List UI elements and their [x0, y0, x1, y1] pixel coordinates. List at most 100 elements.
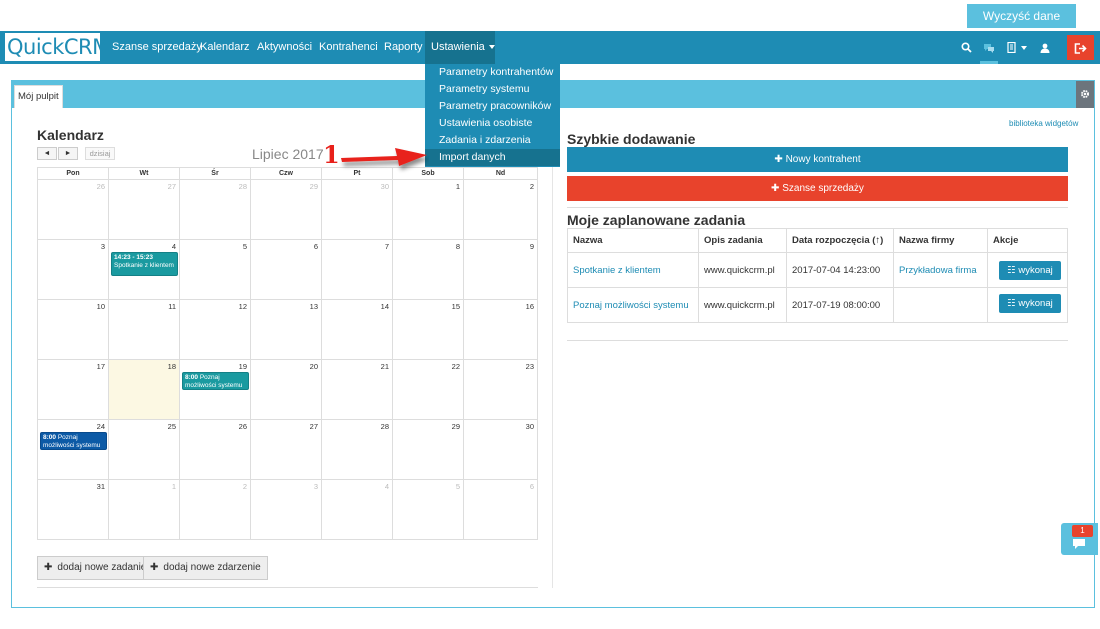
gear-icon[interactable]	[1076, 81, 1094, 108]
calendar-today-button[interactable]: dzisiaj	[85, 147, 115, 160]
calendar-day-cell[interactable]: 13	[251, 300, 322, 360]
calendar-day-cell[interactable]: 10	[38, 300, 109, 360]
calendar-day-cell[interactable]: 26	[38, 180, 109, 240]
calendar-day-cell[interactable]: 17	[38, 360, 109, 420]
add-event-button[interactable]: ✚ dodaj nowe zdarzenie	[143, 556, 268, 580]
column-divider	[552, 140, 553, 588]
add-task-button[interactable]: ✚ dodaj nowe zadanie	[37, 556, 154, 580]
search-icon[interactable]	[958, 31, 974, 64]
calendar-day-cell[interactable]: 30	[322, 180, 393, 240]
calendar-day-cell[interactable]: 2	[464, 180, 537, 240]
calendar-day-cell[interactable]: 20	[251, 360, 322, 420]
complete-task-button[interactable]: ☷ wykonaj	[999, 261, 1061, 280]
column-header-company[interactable]: Nazwa firmy	[894, 229, 988, 253]
menu-item-tasks-events[interactable]: Zadania i zdarzenia	[425, 132, 560, 149]
calendar-day-cell[interactable]: 23	[464, 360, 537, 420]
day-number: 8	[455, 242, 460, 251]
calendar-day-cell[interactable]: 25	[109, 420, 180, 480]
calendar-day-cell[interactable]: 16	[464, 300, 537, 360]
tab-my-desktop[interactable]: Mój pulpit	[14, 85, 63, 108]
calendar-day-cell[interactable]: 30	[464, 420, 537, 480]
menu-item-personal-settings[interactable]: Ustawienia osobiste	[425, 115, 560, 132]
column-header-description[interactable]: Opis zadania	[699, 229, 787, 253]
sales-opportunities-button[interactable]: ✚ Szanse sprzedaży	[567, 176, 1068, 201]
calendar-day-cell[interactable]: 4	[322, 480, 393, 540]
calendar-day-cell[interactable]: 7	[322, 240, 393, 300]
calendar-day-cell[interactable]: 31	[38, 480, 109, 540]
calendar-day-cell[interactable]: 26	[180, 420, 251, 480]
event-time: 8:00	[43, 434, 57, 441]
logout-icon	[1074, 43, 1087, 54]
event-time: 14:23 - 15:23	[114, 254, 154, 261]
nav-contractors[interactable]: Kontrahenci	[313, 31, 384, 64]
calendar-day-cell[interactable]: 9	[464, 240, 537, 300]
calendar-day-cell[interactable]: 3	[251, 480, 322, 540]
calendar-day-cell[interactable]: 29	[251, 180, 322, 240]
calendar-day-cell[interactable]: 24	[38, 420, 109, 480]
column-header-start-date[interactable]: Data rozpoczęcia (↑)	[787, 229, 894, 253]
user-icon[interactable]	[1037, 31, 1053, 64]
calendar-day-cell[interactable]: 6	[251, 240, 322, 300]
new-contractor-button[interactable]: ✚ Nowy kontrahent	[567, 147, 1068, 172]
task-company-link[interactable]	[894, 288, 988, 323]
calendar-day-cell[interactable]: 19	[180, 360, 251, 420]
chat-icon[interactable]	[980, 31, 998, 64]
calendar-day-cell[interactable]: 5	[180, 240, 251, 300]
nav-settings[interactable]: Ustawienia	[425, 31, 495, 64]
calendar-day-cell[interactable]: 18	[109, 360, 180, 420]
plus-icon: ✚	[771, 183, 783, 194]
calendar-day-cell[interactable]: 29	[393, 420, 464, 480]
menu-item-employee-params[interactable]: Parametry pracowników	[425, 98, 560, 115]
task-company-link[interactable]: Przykładowa firma	[894, 253, 988, 288]
nav-calendar[interactable]: Kalendarz	[194, 31, 256, 64]
task-name-link[interactable]: Poznaj możliwości systemu	[568, 288, 699, 323]
plus-icon: ✚	[150, 562, 159, 573]
nav-activities[interactable]: Aktywności	[251, 31, 318, 64]
logout-button[interactable]	[1067, 35, 1094, 60]
menu-item-import-data[interactable]: Import danych	[425, 149, 560, 166]
calendar-day-cell[interactable]: 1	[109, 480, 180, 540]
calendar-day-cell[interactable]: 14	[322, 300, 393, 360]
calendar-day-cell[interactable]: 8	[393, 240, 464, 300]
calendar-day-cell[interactable]: 1	[393, 180, 464, 240]
calendar-event[interactable]: 8:00 Poznaj możliwości systemu	[182, 372, 249, 390]
calendar-day-cell[interactable]: 3	[38, 240, 109, 300]
task-start-date: 2017-07-04 14:23:00	[787, 253, 894, 288]
calendar-grid: Pon Wt Śr Czw Pt Sob Nd 26 27 28 29 30 1 2 3 4 5 6 7 8 9 10 11…	[37, 167, 538, 540]
calendar-day-cell[interactable]: 22	[393, 360, 464, 420]
day-number: 5	[242, 242, 247, 251]
calendar-day-cell[interactable]: 27	[251, 420, 322, 480]
menu-item-contractor-params[interactable]: Parametry kontrahentów	[425, 64, 560, 81]
calendar-day-cell[interactable]: 5	[393, 480, 464, 540]
widget-library-link[interactable]: biblioteka widgetów	[1009, 119, 1078, 128]
calendar-day-cell[interactable]: 15	[393, 300, 464, 360]
nav-sales-opportunities[interactable]: Szanse sprzedaży	[106, 31, 208, 64]
app-logo[interactable]: QuickCRM	[5, 33, 110, 61]
menu-item-system-params[interactable]: Parametry systemu	[425, 81, 560, 98]
calendar-event[interactable]: 14:23 - 15:23 Spotkanie z klientem	[111, 252, 178, 276]
document-icon[interactable]	[1005, 31, 1029, 64]
plus-icon: ✚	[44, 562, 53, 573]
calendar-day-cell[interactable]: 12	[180, 300, 251, 360]
day-number: 4	[171, 242, 176, 251]
clear-demo-data-button[interactable]: Wyczyść dane demo	[967, 4, 1076, 47]
notification-badge: 1	[1072, 525, 1093, 537]
calendar-event[interactable]: 8:00 Poznaj możliwości systemu	[40, 432, 107, 450]
calendar-day-cell[interactable]: 11	[109, 300, 180, 360]
complete-task-button[interactable]: ☷ wykonaj	[999, 294, 1061, 313]
calendar-day-cell[interactable]: 6	[464, 480, 537, 540]
calendar-next-button[interactable]: ►	[58, 147, 78, 160]
calendar-day-cell[interactable]: 27	[109, 180, 180, 240]
task-name-link[interactable]: Spotkanie z klientem	[568, 253, 699, 288]
quick-add-title: Szybkie dodawanie	[567, 131, 696, 147]
nav-reports[interactable]: Raporty	[378, 31, 429, 64]
day-number: 3	[313, 482, 318, 491]
task-start-date: 2017-07-19 08:00:00	[787, 288, 894, 323]
day-number: 2	[529, 182, 534, 191]
calendar-day-cell[interactable]: 28	[180, 180, 251, 240]
calendar-day-cell[interactable]: 2	[180, 480, 251, 540]
calendar-day-cell[interactable]: 28	[322, 420, 393, 480]
column-header-name[interactable]: Nazwa	[568, 229, 699, 253]
calendar-day-cell[interactable]: 21	[322, 360, 393, 420]
calendar-prev-button[interactable]: ◄	[37, 147, 57, 160]
